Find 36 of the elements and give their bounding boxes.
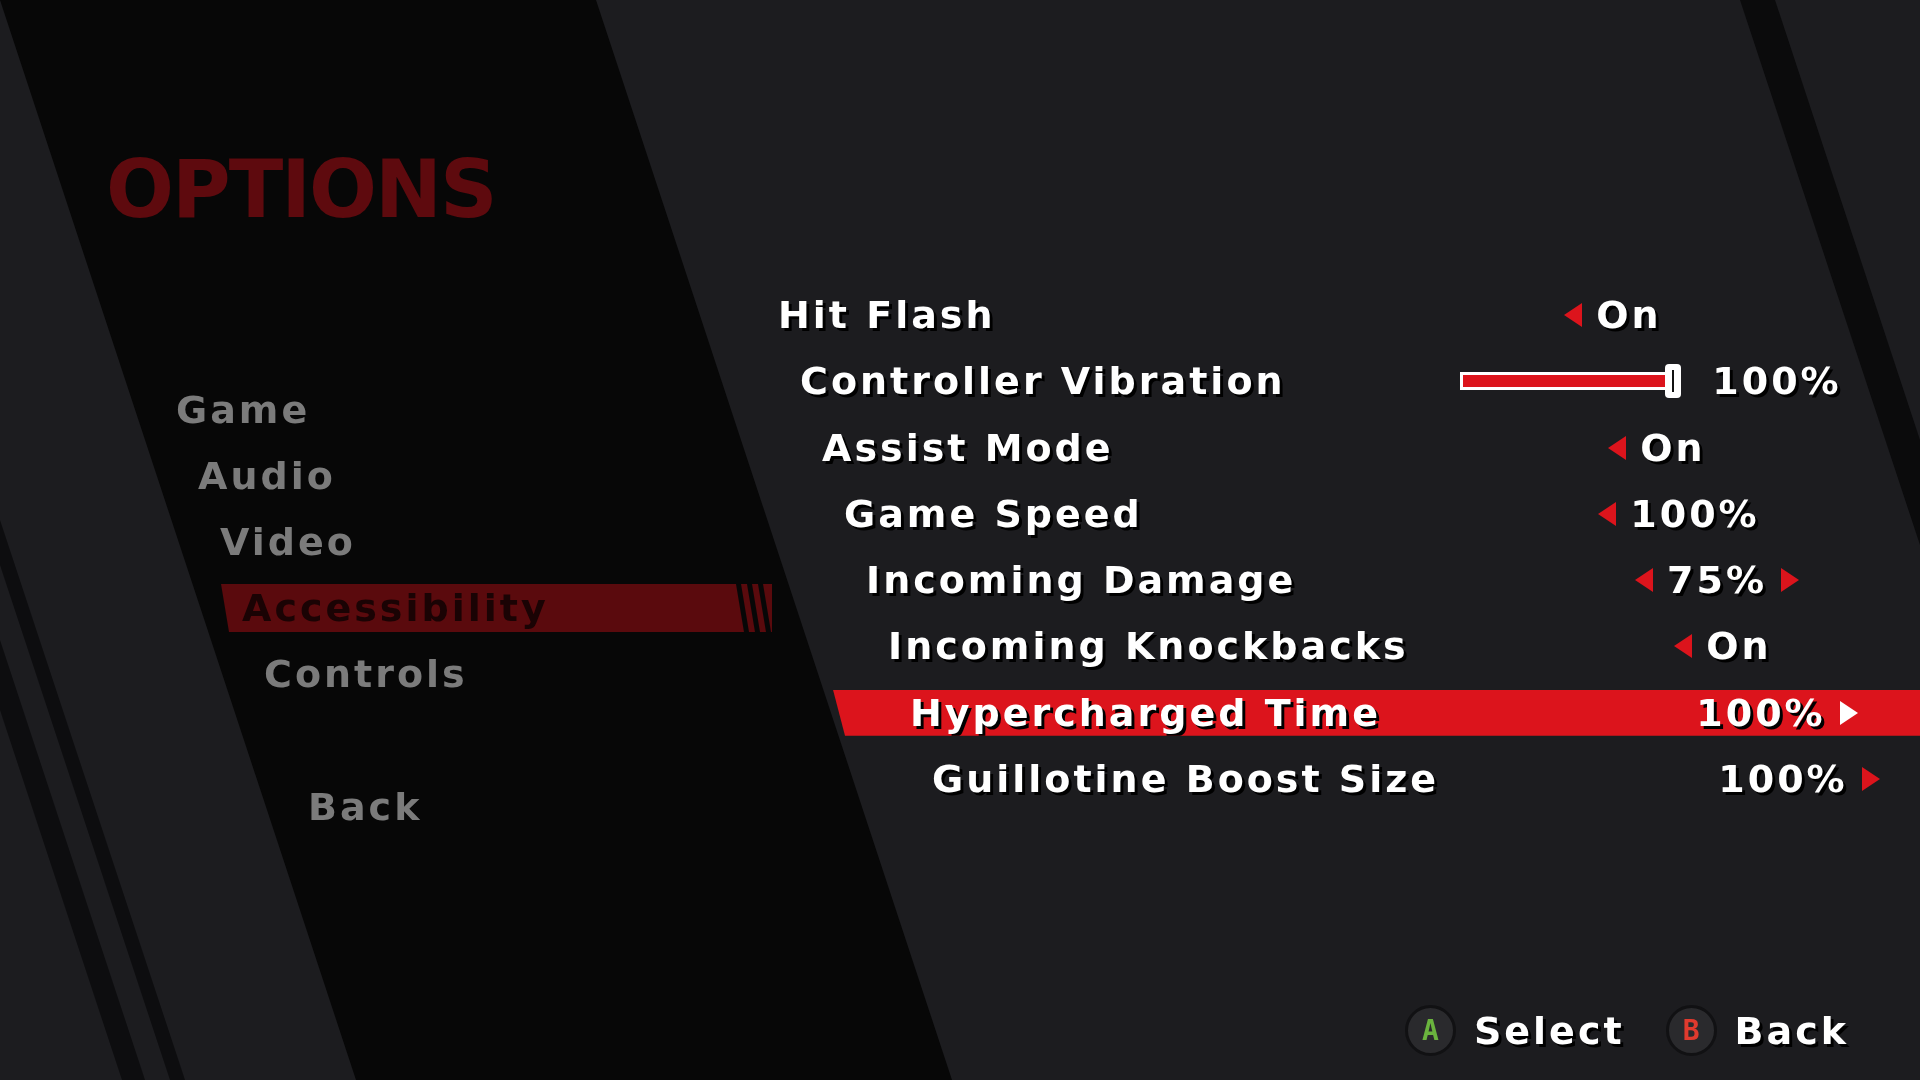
settings-row[interactable]: Incoming Knockbacks On: [811, 623, 1920, 670]
setting-value: On: [1640, 428, 1706, 467]
menu-item[interactable]: Controls: [264, 650, 468, 698]
left-arrow-icon[interactable]: [1598, 501, 1617, 526]
left-arrow-icon[interactable]: [1635, 568, 1653, 593]
setting-value: 100%: [1718, 760, 1848, 799]
settings-row[interactable]: Controller Vibration 100%: [723, 358, 1920, 405]
settings-row[interactable]: Hypercharged Time 100%: [833, 689, 1920, 736]
left-arrow-icon[interactable]: [1608, 435, 1627, 460]
right-arrow-icon[interactable]: [1839, 700, 1858, 725]
menu-item[interactable]: Game: [176, 386, 311, 434]
settings-row[interactable]: Guillotine Boost Size 100%: [855, 756, 1920, 803]
right-arrow-icon[interactable]: [1781, 568, 1799, 593]
settings-row[interactable]: Incoming Damage 75%: [789, 557, 1920, 604]
setting-value: 75%: [1667, 561, 1767, 600]
setting-value: On: [1706, 627, 1772, 666]
controller-key: A: [1404, 1005, 1456, 1056]
right-arrow-icon[interactable]: [1861, 767, 1880, 792]
menu-item[interactable]: Video: [220, 518, 356, 566]
setting-value: On: [1596, 296, 1662, 334]
settings-row[interactable]: Hit Flash On: [701, 292, 1920, 338]
hint-label: Back: [1734, 1011, 1849, 1050]
setting-value: 100%: [1630, 494, 1760, 533]
stripe-marks-icon: [736, 584, 772, 632]
setting-value: 100%: [1696, 693, 1826, 732]
options-title: OPTIONS: [106, 150, 496, 230]
controller-key: B: [1665, 1005, 1717, 1056]
slider-reading: 100%: [1712, 362, 1842, 401]
settings-row[interactable]: Game Speed 100%: [767, 490, 1920, 537]
left-arrow-icon[interactable]: [1674, 634, 1693, 659]
back-menu-item[interactable]: Back: [308, 783, 423, 831]
hint-label: Select: [1473, 1011, 1625, 1050]
menu-item[interactable]: Audio: [198, 452, 336, 500]
left-arrow-icon[interactable]: [1564, 303, 1583, 327]
settings-row[interactable]: Assist Mode On: [745, 424, 1920, 471]
slider-thumb[interactable]: [1665, 364, 1682, 399]
